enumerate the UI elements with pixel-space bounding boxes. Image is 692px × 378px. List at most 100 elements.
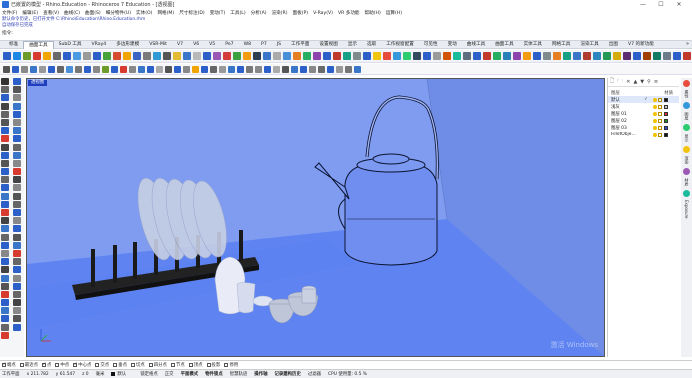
toolbar-tool-icon[interactable] (453, 52, 461, 60)
osnap-option[interactable]: 四分点 (148, 362, 167, 368)
toolbar-tool-icon[interactable] (13, 52, 21, 60)
left-tool-icon[interactable] (1, 192, 9, 200)
left-tool-icon[interactable] (1, 135, 9, 143)
toolbar-tool-icon[interactable] (533, 52, 541, 60)
left-tool-icon[interactable] (1, 307, 9, 315)
left-tool-icon[interactable] (1, 249, 9, 257)
panel-tab-icon[interactable] (683, 124, 690, 131)
toolbar-tool-icon[interactable] (163, 52, 171, 60)
toolbar-tool-icon[interactable] (43, 52, 51, 60)
layer-tool-icon[interactable]: 🗁 (617, 78, 623, 86)
snap-tool-icon[interactable] (129, 65, 136, 73)
menu-item[interactable]: 曲面(S) (85, 10, 101, 16)
osnap-checkbox[interactable] (95, 362, 100, 367)
snap-tool-icon[interactable] (156, 65, 163, 73)
toolbar-tool-icon[interactable] (563, 52, 571, 60)
toolbar-tool-icon[interactable] (143, 52, 151, 60)
menu-item[interactable]: 网格(M) (157, 10, 174, 16)
panel-tab-label[interactable]: 显示 (684, 134, 690, 142)
left-tool-icon[interactable] (13, 233, 21, 241)
toolbar-tool-icon[interactable] (173, 52, 181, 60)
menu-item[interactable]: 尺寸标注(D) (179, 10, 205, 16)
layer-color-swatch[interactable] (664, 97, 668, 102)
left-tool-icon[interactable] (1, 209, 9, 216)
toolbar-tool-icon[interactable] (23, 52, 31, 60)
snap-tool-icon[interactable] (273, 65, 280, 73)
snap-tool-icon[interactable] (327, 65, 334, 73)
toolbar-tool-icon[interactable] (233, 52, 241, 60)
layer-tool-icon[interactable]: ⚲ (647, 79, 651, 85)
left-tool-icon[interactable] (1, 282, 9, 290)
snap-tool-icon[interactable] (57, 65, 64, 73)
viewport-title-tab[interactable]: 透视图 (28, 80, 48, 86)
toolbar-tool-icon[interactable] (73, 52, 81, 60)
menu-item[interactable]: 运算(H) (386, 10, 402, 16)
menu-item[interactable]: 变动(T) (210, 10, 226, 16)
toolbar-tab[interactable]: 工作平面 (286, 41, 314, 49)
toolbar-tool-icon[interactable] (253, 52, 261, 60)
left-tool-icon[interactable] (1, 274, 9, 282)
panel-tab-icon[interactable] (683, 168, 690, 175)
toolbar-tool-icon[interactable] (333, 52, 341, 60)
left-tool-icon[interactable] (1, 78, 9, 85)
layer-row[interactable]: FilletObje... (608, 131, 679, 138)
snap-tool-icon[interactable] (282, 65, 289, 73)
status-ortho[interactable]: 正交 (165, 371, 174, 377)
panel-tab-label[interactable]: 属性 (684, 90, 690, 98)
toolbar-tool-icon[interactable] (363, 52, 371, 60)
lock-icon[interactable] (658, 111, 662, 116)
left-tool-icon[interactable] (13, 135, 21, 143)
toolbar-tool-icon[interactable] (323, 52, 331, 60)
layer-color-swatch[interactable] (664, 132, 668, 137)
layer-color-swatch[interactable] (664, 125, 668, 130)
lock-icon[interactable] (658, 125, 662, 130)
perspective-viewport[interactable]: 透视图 激活 Windows (26, 78, 605, 357)
panel-tab-label[interactable]: 渲染 (684, 156, 690, 164)
left-tool-icon[interactable] (13, 143, 21, 151)
layer-row[interactable]: 默认 ✓ (608, 96, 679, 103)
left-tool-icon[interactable] (13, 168, 21, 176)
status-cplane[interactable]: 工作平面 (2, 371, 20, 377)
left-tool-icon[interactable] (1, 241, 9, 249)
snap-tool-icon[interactable] (309, 65, 316, 73)
toolbar-tool-icon[interactable] (263, 52, 271, 60)
panel-tab-icon[interactable] (683, 102, 690, 109)
snap-tool-icon[interactable] (354, 65, 361, 73)
osnap-checkbox[interactable] (55, 362, 60, 367)
osnap-option[interactable]: 点 (41, 362, 51, 368)
snap-tool-icon[interactable] (291, 65, 298, 73)
left-tool-icon[interactable] (1, 225, 9, 233)
toolbar-tool-icon[interactable] (603, 52, 611, 60)
toolbar-tool-icon[interactable] (543, 52, 551, 60)
status-filter[interactable]: 过滤器 (308, 371, 321, 377)
osnap-option[interactable]: 交点 (95, 362, 109, 368)
osnap-option[interactable]: 停用 (224, 362, 238, 368)
left-tool-icon[interactable] (13, 159, 21, 167)
toolbar-tool-icon[interactable] (303, 52, 311, 60)
toolbar-tab[interactable]: 网格工具 (547, 41, 575, 49)
toolbar-tool-icon[interactable] (633, 52, 641, 60)
snap-tool-icon[interactable] (93, 65, 100, 73)
snap-tool-icon[interactable] (30, 65, 37, 73)
left-tool-icon[interactable] (13, 241, 21, 249)
layer-color-swatch[interactable] (664, 118, 668, 123)
toolbar-tool-icon[interactable] (583, 52, 591, 60)
osnap-checkbox[interactable] (170, 362, 175, 367)
layer-tool-icon[interactable]: ▼ (640, 79, 644, 85)
left-tool-icon[interactable] (1, 233, 9, 241)
toolbar-tool-icon[interactable] (83, 52, 91, 60)
osnap-checkbox[interactable] (148, 362, 153, 367)
osnap-option[interactable]: 顶点 (188, 362, 203, 368)
toolbar-tool-icon[interactable] (463, 52, 471, 60)
left-tool-icon[interactable] (1, 290, 9, 298)
panel-tab-label[interactable]: 图层 (684, 112, 690, 120)
toolbar-tool-icon[interactable] (113, 52, 121, 60)
left-tool-icon[interactable] (13, 209, 21, 216)
toolbar-tool-icon[interactable] (503, 52, 511, 60)
snap-tool-icon[interactable] (174, 65, 181, 73)
left-tool-icon[interactable] (13, 249, 21, 257)
toolbar-tab[interactable]: P7 (256, 41, 272, 49)
snap-tool-icon[interactable] (12, 65, 19, 73)
left-tool-icon[interactable] (13, 290, 21, 298)
lightbulb-icon[interactable] (653, 97, 657, 102)
